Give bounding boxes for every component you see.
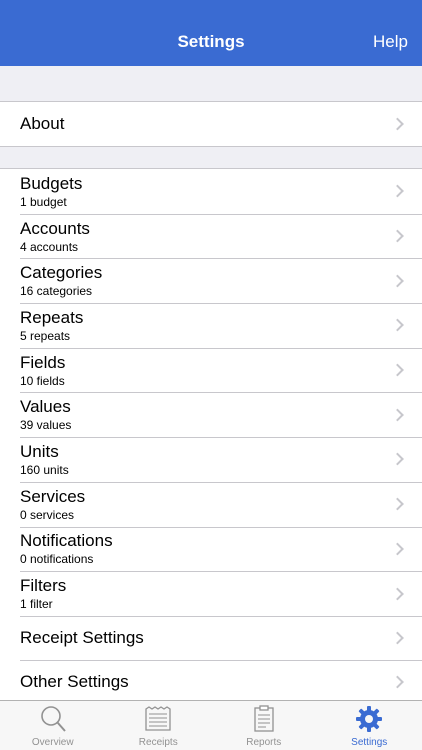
chevron-right-icon xyxy=(391,363,404,377)
row-title: Budgets xyxy=(20,173,83,193)
about-row[interactable]: About xyxy=(0,102,422,146)
tab-settings[interactable]: Settings xyxy=(317,701,422,750)
tab-bar: Overview Receipts Reports Settings xyxy=(0,700,422,750)
row-title: Notifications xyxy=(20,531,113,551)
magnifier-icon xyxy=(40,706,66,732)
tab-label: Overview xyxy=(31,737,74,748)
chevron-right-icon xyxy=(391,497,404,511)
row-title: Accounts xyxy=(20,218,90,238)
row-subtitle: 10 fields xyxy=(20,373,65,388)
help-button[interactable]: Help xyxy=(373,32,408,52)
row-title: Repeats xyxy=(20,307,84,327)
row-subtitle: 160 units xyxy=(20,462,69,477)
values-row[interactable]: Values 39 values xyxy=(0,392,422,437)
gear-icon xyxy=(356,706,383,732)
chevron-right-icon xyxy=(391,274,404,288)
services-row[interactable]: Services 0 services xyxy=(0,481,422,527)
section-gap xyxy=(0,66,422,101)
chevron-right-icon xyxy=(391,117,404,131)
row-subtitle: 39 values xyxy=(20,418,72,433)
receipt-settings-row[interactable]: Receipt Settings xyxy=(0,615,422,660)
chevron-right-icon xyxy=(391,229,404,243)
categories-row[interactable]: Categories 16 categories xyxy=(0,258,422,303)
section-gap xyxy=(0,147,422,168)
data-group: Budgets 1 budget Accounts 4 accounts Cat… xyxy=(0,168,422,700)
row-title: Receipt Settings xyxy=(20,627,144,647)
notifications-row[interactable]: Notifications 0 notifications xyxy=(0,526,422,572)
budgets-row[interactable]: Budgets 1 budget xyxy=(0,169,422,214)
tab-label: Settings xyxy=(351,737,388,748)
tab-overview[interactable]: Overview xyxy=(0,701,106,750)
settings-list[interactable]: About Budgets 1 budget Accounts 4 accoun… xyxy=(0,66,422,700)
row-title: Values xyxy=(20,397,71,417)
filters-row[interactable]: Filters 1 filter xyxy=(0,571,422,616)
settings-screen: Settings Help About Budgets 1 budget Acc… xyxy=(0,0,422,750)
chevron-right-icon xyxy=(391,319,404,332)
page-title: Settings xyxy=(177,32,245,51)
row-title: Categories xyxy=(20,263,103,283)
chevron-right-icon xyxy=(391,408,404,422)
chevron-right-icon xyxy=(391,184,404,198)
row-subtitle: 1 filter xyxy=(20,597,53,612)
row-subtitle: 5 repeats xyxy=(20,328,71,343)
tab-label: Reports xyxy=(246,737,282,748)
tab-receipts[interactable]: Receipts xyxy=(106,701,212,750)
row-title: About xyxy=(20,114,65,133)
row-subtitle: 0 services xyxy=(20,507,75,522)
row-title: Other Settings xyxy=(20,671,129,691)
row-subtitle: 4 accounts xyxy=(20,239,79,254)
chevron-right-icon xyxy=(391,631,404,645)
fields-row[interactable]: Fields 10 fields xyxy=(0,347,422,393)
receipt-icon xyxy=(145,706,171,731)
navigation-bar: Settings Help xyxy=(0,0,422,66)
chevron-right-icon xyxy=(391,587,404,600)
chevron-right-icon xyxy=(391,453,404,466)
row-title: Units xyxy=(20,441,59,461)
row-subtitle: 16 categories xyxy=(20,284,93,299)
units-row[interactable]: Units 160 units xyxy=(0,437,422,482)
row-title: Filters xyxy=(20,576,67,596)
chevron-right-icon xyxy=(391,675,404,689)
clipboard-icon xyxy=(254,705,274,732)
tab-reports[interactable]: Reports xyxy=(211,701,317,750)
accounts-row[interactable]: Accounts 4 accounts xyxy=(0,213,422,259)
repeats-row[interactable]: Repeats 5 repeats xyxy=(0,303,422,348)
chevron-right-icon xyxy=(391,542,404,556)
tab-label: Receipts xyxy=(138,737,178,748)
row-subtitle: 1 budget xyxy=(20,194,67,209)
row-title: Fields xyxy=(20,352,66,372)
row-title: Services xyxy=(20,486,86,506)
about-group: About xyxy=(0,101,422,147)
row-subtitle: 0 notifications xyxy=(20,552,94,567)
other-settings-row[interactable]: Other Settings xyxy=(0,659,422,700)
